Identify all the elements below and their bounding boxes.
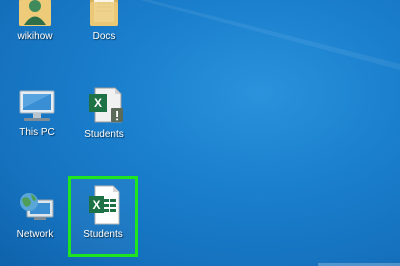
desktop-icon-wikihow[interactable]: wikihow [0,0,70,43]
user-folder-icon [15,0,55,28]
svg-text:X: X [92,198,100,212]
folder-icon [84,0,124,28]
excel-warning-file-icon: X [83,86,125,126]
computer-icon [16,88,58,124]
desktop-icon-label: Network [16,229,54,240]
network-icon [14,190,56,226]
desktop-icon-label: Students [84,129,124,140]
desktop-icon-this-pc[interactable]: This PC [2,88,72,139]
desktop-icon-label: Students [83,229,123,240]
excel-file-icon: X [82,184,124,226]
desktop-icon-label: This PC [19,127,55,138]
desktop-icon-label: wikihow [17,31,53,42]
svg-text:X: X [94,96,102,110]
desktop-icon-network[interactable]: Network [0,190,70,241]
desktop-icon-label: Docs [92,31,116,42]
desktop-icon-students-selected[interactable]: X Students [68,184,138,241]
desktop-icon-students[interactable]: X Students [69,86,139,141]
desktop: wikihow Docs This PC X Students Network … [0,0,400,266]
desktop-icon-docs[interactable]: Docs [69,0,139,43]
